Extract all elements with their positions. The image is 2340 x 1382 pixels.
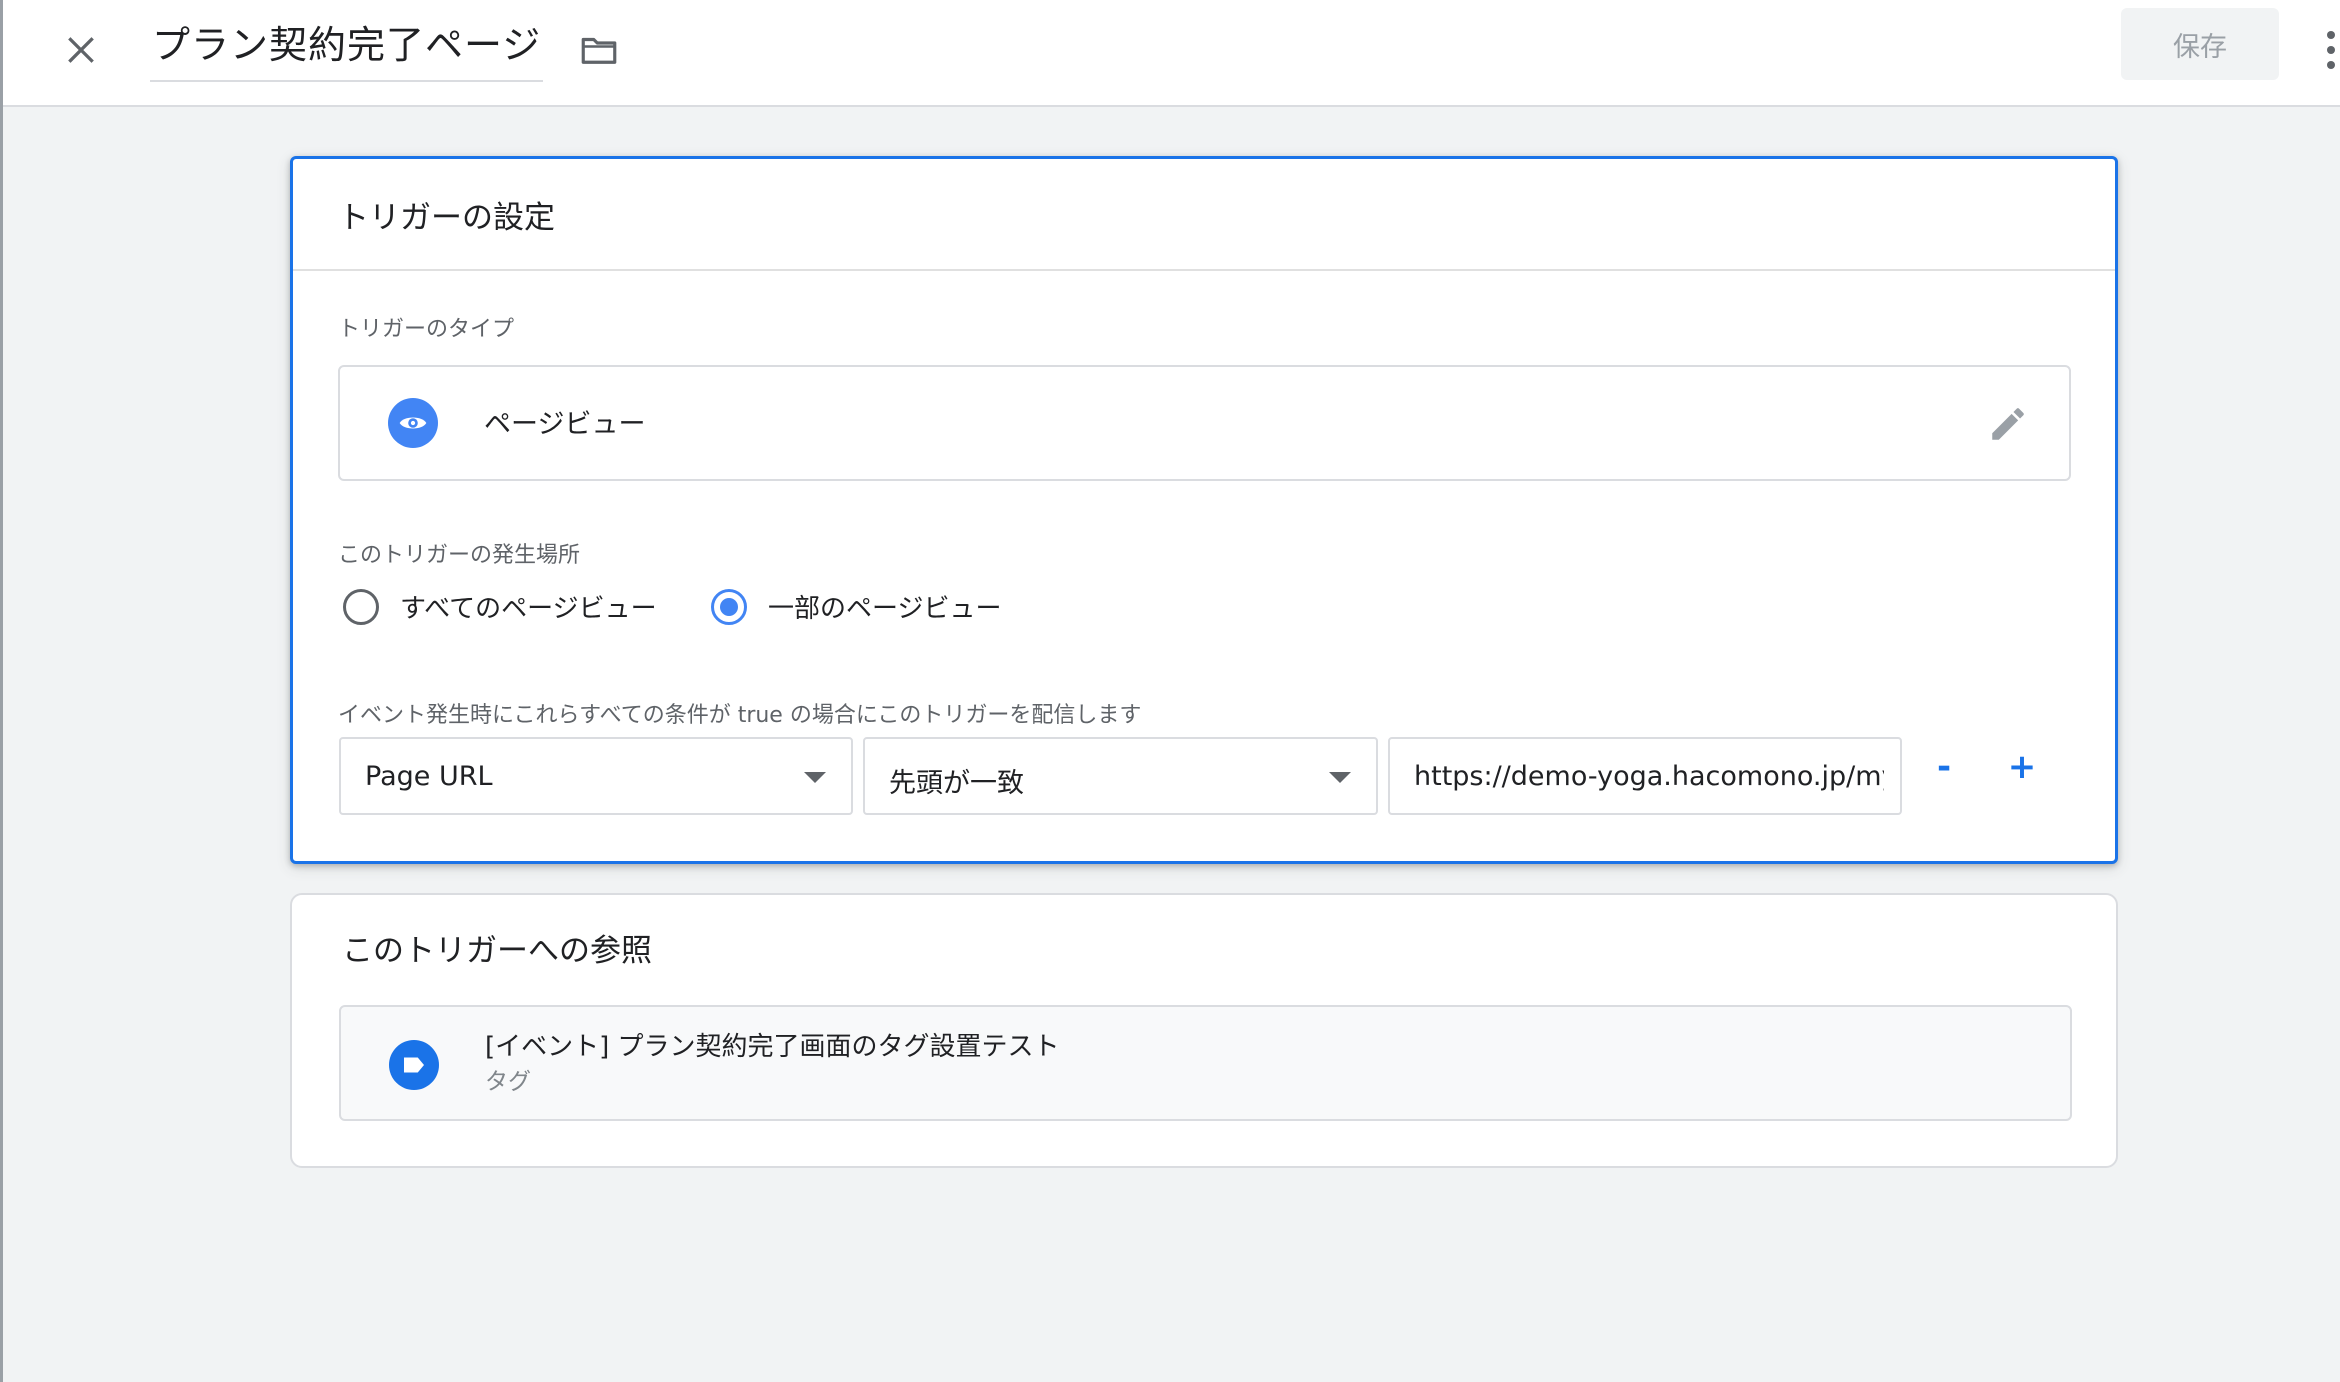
references-title: このトリガーへの参照 (342, 933, 652, 969)
operator-value: 先頭が一致 (889, 768, 1024, 799)
trigger-type-label: トリガーのタイプ (338, 317, 515, 342)
radio-button[interactable] (343, 588, 379, 625)
radio-button-selected[interactable] (711, 588, 747, 625)
close-button[interactable] (53, 22, 109, 78)
value-text: https://demo-yoga.hacomono.jp/myp (1414, 761, 1884, 792)
condition-label: イベント発生時にこれらすべての条件が true の場合にこのトリガーを配信します (338, 703, 1142, 728)
chevron-down-icon (1329, 772, 1351, 783)
fires-on-label: このトリガーの発生場所 (338, 543, 581, 568)
folder-button[interactable] (573, 24, 625, 76)
reference-item[interactable]: [イベント] プラン契約完了画面のタグ設置テスト タグ (339, 1005, 2072, 1121)
reference-kind: タグ (485, 1069, 531, 1095)
radio-label: すべてのページビュー (400, 594, 657, 624)
variable-select[interactable]: Page URL (339, 737, 853, 815)
top-bar: プラン契約完了ページ 保存 (3, 0, 2340, 107)
remove-condition-button[interactable]: - (1916, 739, 1972, 795)
close-icon (68, 37, 94, 63)
card-header: トリガーの設定 (293, 159, 2115, 271)
pencil-icon[interactable] (1987, 403, 2029, 445)
trigger-name-field[interactable]: プラン契約完了ページ (150, 14, 544, 82)
radio-all-pageviews[interactable]: すべてのページビュー (343, 588, 657, 625)
folder-icon (581, 37, 617, 64)
trigger-config-card: トリガーの設定 トリガーのタイプ ページビュー このトリガーの発生場所 すべての… (290, 156, 2118, 864)
chevron-down-icon (804, 772, 826, 783)
trigger-type-selector[interactable]: ページビュー (338, 365, 2071, 481)
more-vert-icon[interactable] (2319, 24, 2340, 76)
card-title: トリガーの設定 (338, 199, 555, 236)
value-input[interactable]: https://demo-yoga.hacomono.jp/myp (1388, 737, 1902, 815)
eye-icon (388, 398, 438, 448)
references-card: このトリガーへの参照 [イベント] プラン契約完了画面のタグ設置テスト タグ (290, 893, 2118, 1168)
tag-icon (389, 1040, 439, 1090)
radio-some-pageviews[interactable]: 一部のページビュー (711, 588, 1001, 625)
window-edge (0, 0, 3, 1382)
radio-label: 一部のページビュー (768, 594, 1002, 624)
page-title: プラン契約完了ページ (152, 23, 542, 67)
add-condition-button[interactable]: + (1994, 739, 2050, 795)
operator-select[interactable]: 先頭が一致 (863, 737, 1378, 815)
reference-name: [イベント] プラン契約完了画面のタグ設置テスト (485, 1032, 1060, 1062)
save-button[interactable]: 保存 (2121, 8, 2279, 80)
trigger-type-name: ページビュー (484, 409, 646, 440)
variable-value: Page URL (365, 761, 493, 792)
